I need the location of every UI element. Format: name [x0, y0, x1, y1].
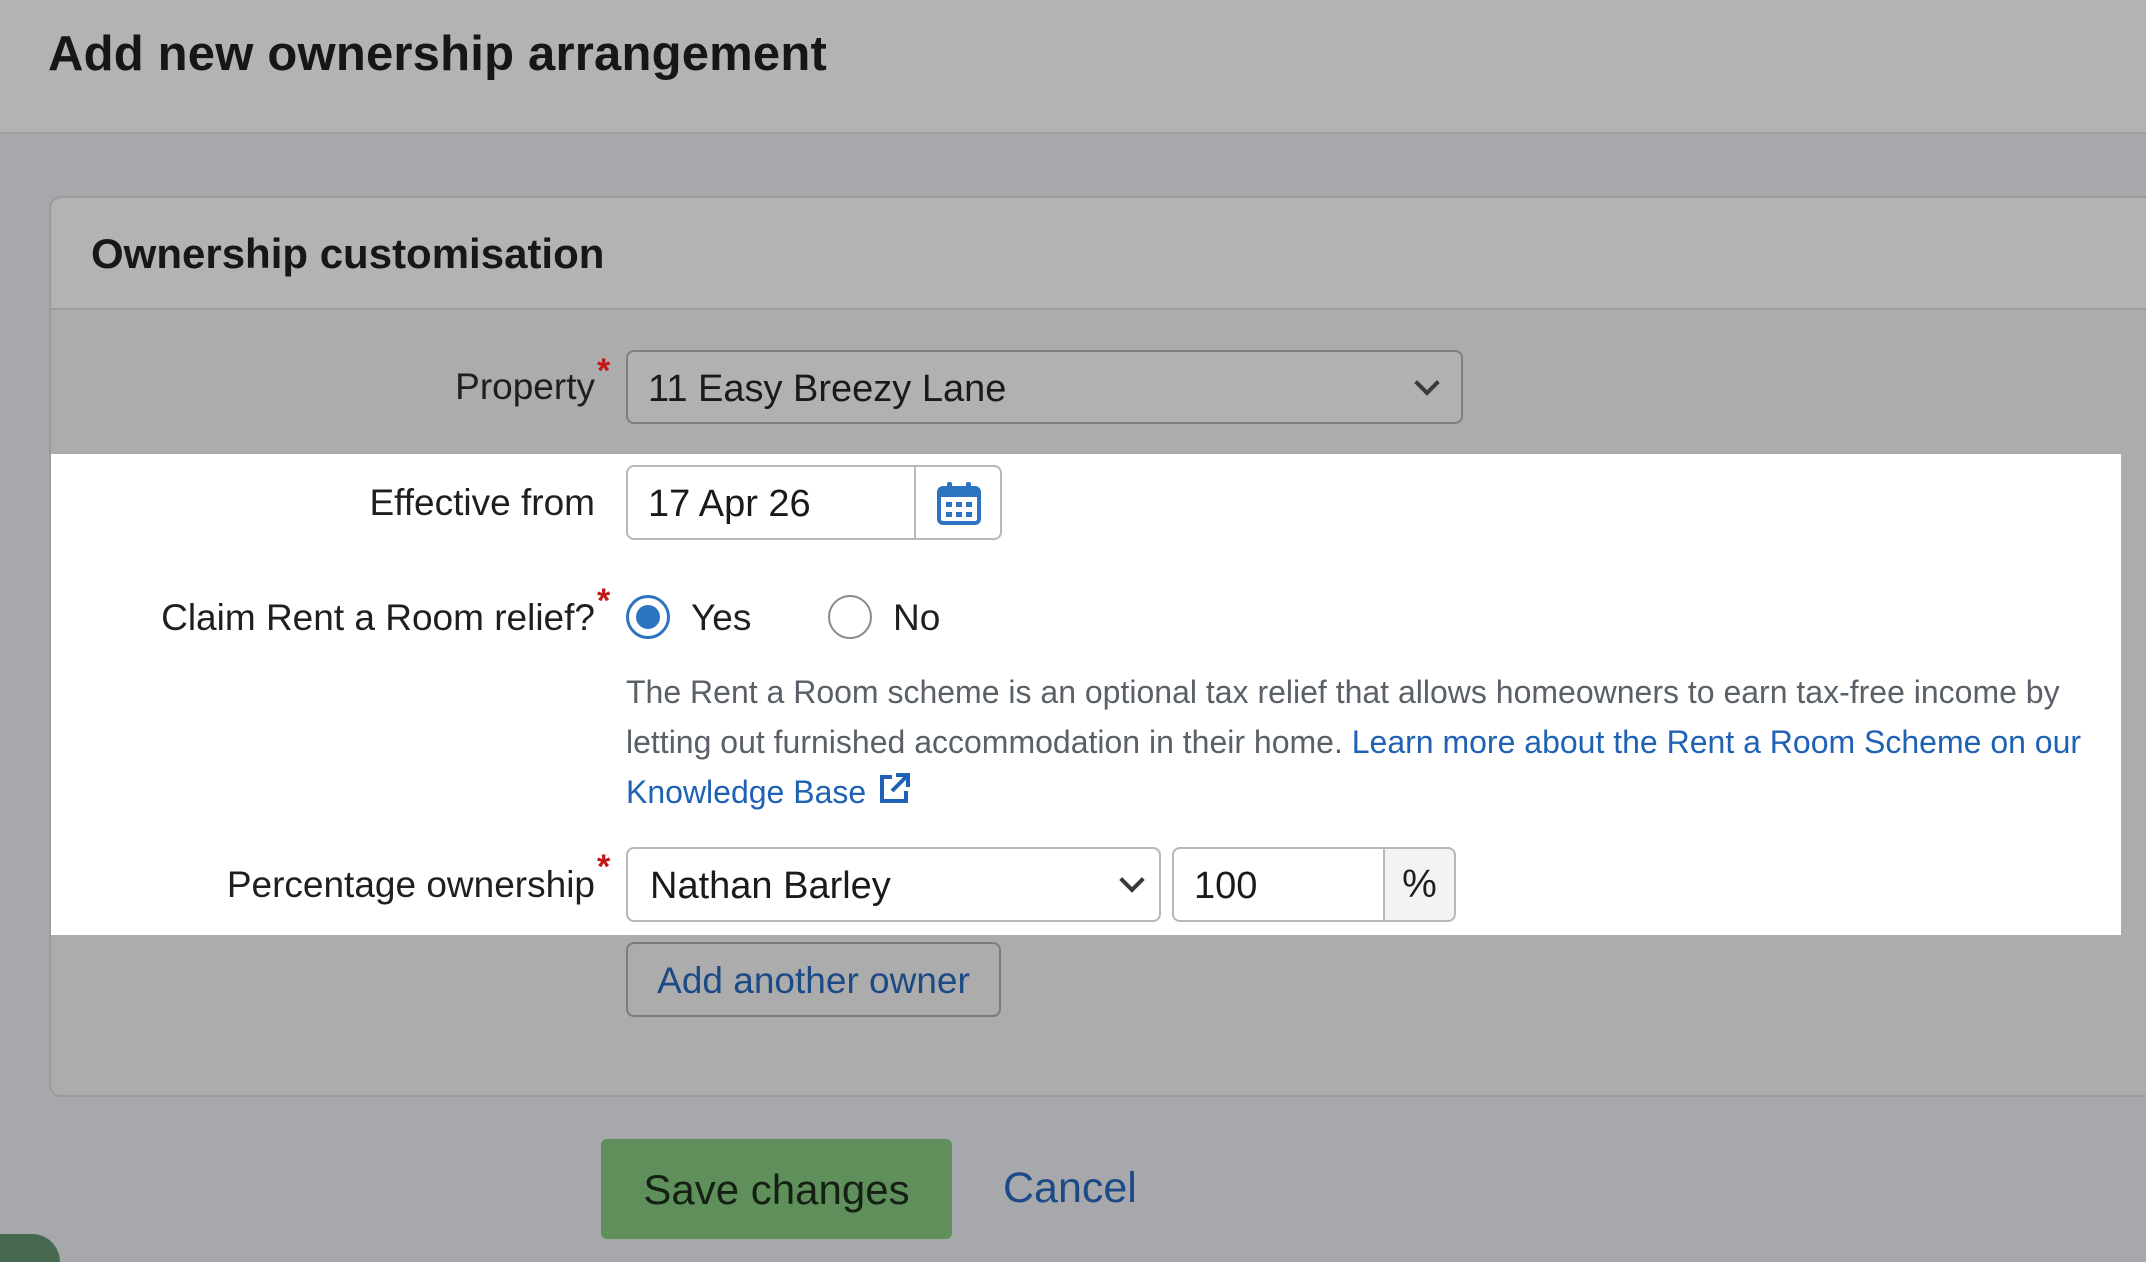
percentage-input[interactable]: 100 [1172, 847, 1385, 922]
percent-addon: % [1383, 847, 1456, 922]
percentage-ownership-required-mark: * [597, 848, 611, 886]
rent-a-room-required-mark: * [597, 582, 611, 620]
percentage-value: 100 [1194, 865, 1258, 907]
property-required-mark: * [597, 352, 611, 390]
save-changes-label[interactable]: Save changes [601, 1166, 952, 1214]
effective-from-value: 17 Apr 26 [648, 483, 811, 525]
owner-select[interactable]: Nathan Barley [626, 847, 1161, 922]
property-label: Property [455, 366, 595, 407]
panel-header: Ownership customisation [51, 198, 2146, 310]
effective-from-input[interactable]: 17 Apr 26 [626, 465, 916, 540]
chevron-down-icon [1119, 867, 1145, 893]
page-header: Add new ownership arrangement [0, 0, 2146, 134]
calendar-icon [937, 482, 981, 525]
calendar-button[interactable] [914, 465, 1002, 540]
add-another-owner-label[interactable]: Add another owner [628, 960, 999, 1002]
radio-yes[interactable] [626, 595, 670, 639]
panel-title: Ownership customisation [91, 230, 605, 277]
chevron-down-icon [1414, 370, 1440, 396]
owner-select-value: Nathan Barley [650, 865, 891, 907]
save-changes-button[interactable]: Save changes [601, 1139, 952, 1239]
property-select-value: 11 Easy Breezy Lane [648, 368, 1007, 410]
effective-from-label: Effective from [369, 482, 595, 523]
radio-yes-label[interactable]: Yes [691, 597, 751, 639]
radio-no-label[interactable]: No [893, 597, 940, 639]
external-link-icon [880, 773, 911, 803]
page-title: Add new ownership arrangement [48, 27, 828, 81]
cancel-link[interactable]: Cancel [1003, 1164, 1137, 1213]
radio-no[interactable] [828, 595, 872, 639]
rent-a-room-help: The Rent a Room scheme is an optional ta… [626, 667, 2106, 817]
rent-a-room-label: Claim Rent a Room relief? [161, 597, 595, 638]
property-select[interactable]: 11 Easy Breezy Lane [626, 350, 1463, 424]
percentage-ownership-label: Percentage ownership [226, 864, 595, 905]
add-another-owner-button[interactable]: Add another owner [626, 942, 1001, 1017]
percent-symbol: % [1402, 863, 1437, 906]
